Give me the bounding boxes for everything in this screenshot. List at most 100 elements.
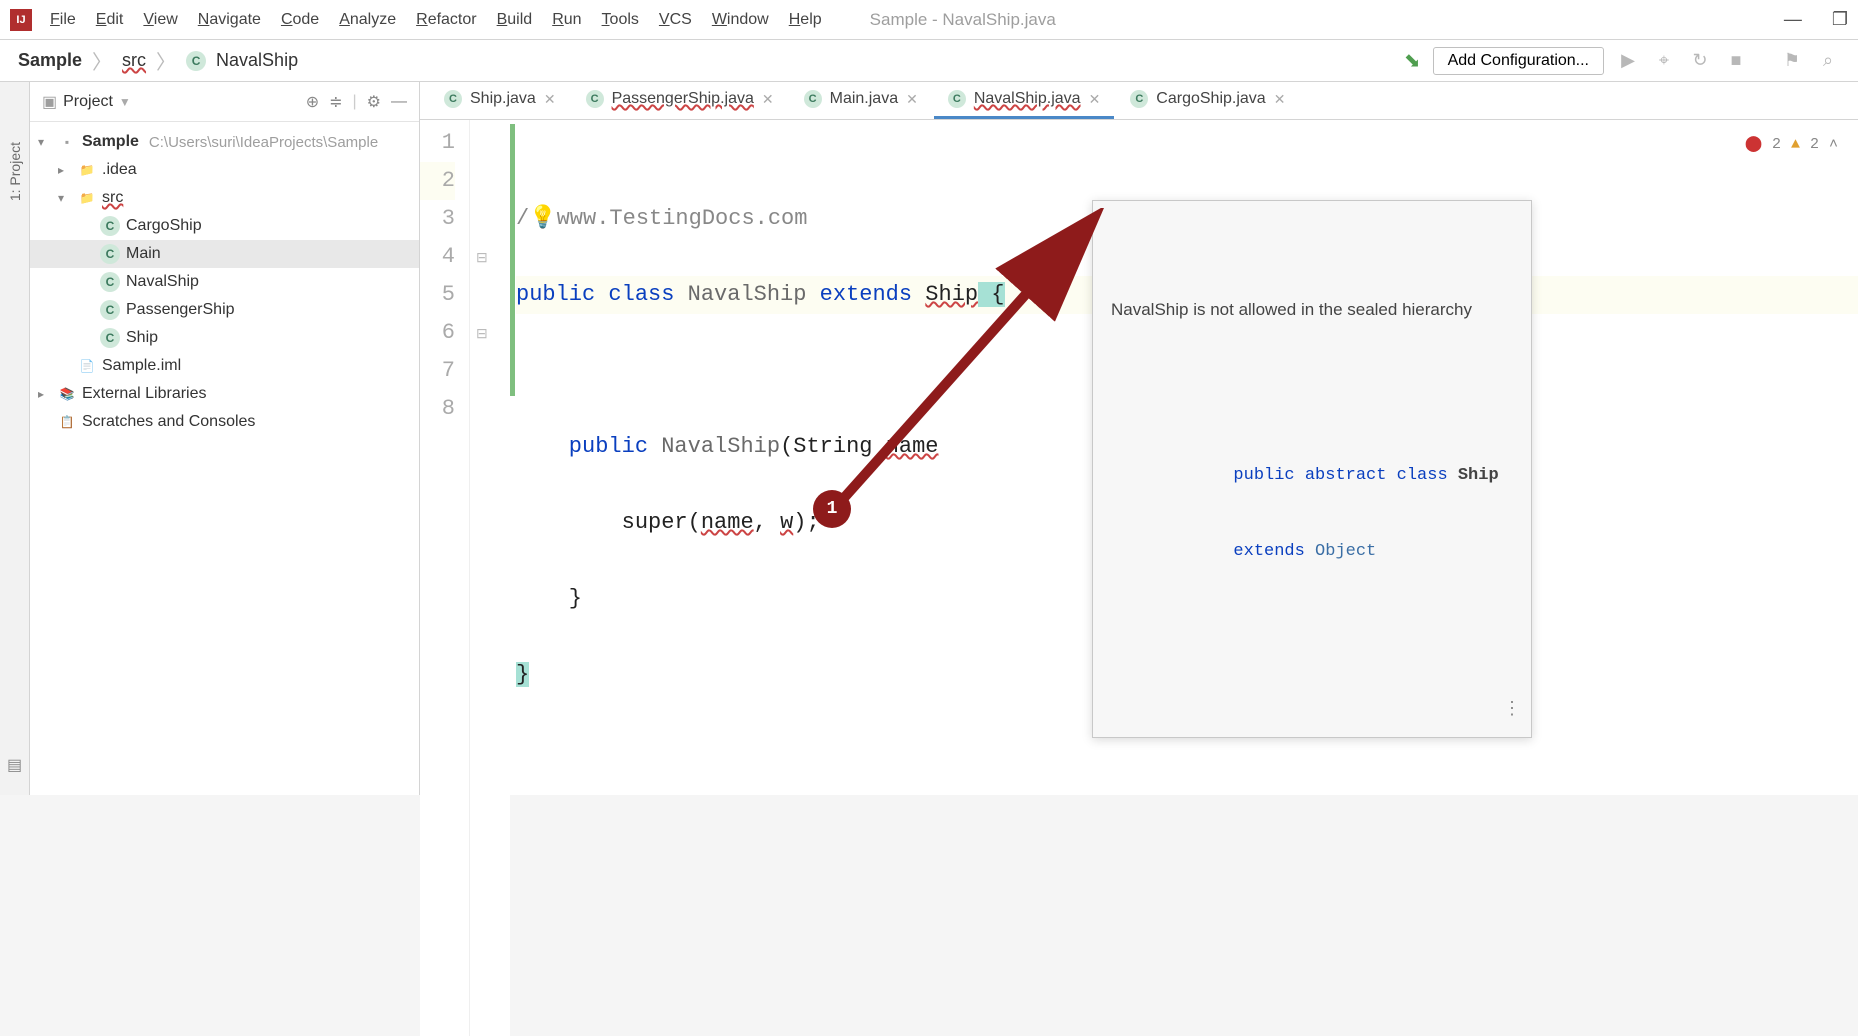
- warning-icon: ▲: [1791, 126, 1800, 164]
- minimize-icon[interactable]: —: [1784, 9, 1802, 30]
- expand-icon[interactable]: ≑: [329, 92, 342, 112]
- menu-refactor[interactable]: Refactor: [416, 11, 476, 29]
- chevron-down-icon: ▼: [119, 95, 131, 109]
- add-configuration-button[interactable]: Add Configuration...: [1433, 47, 1604, 75]
- menu-code[interactable]: Code: [281, 11, 319, 29]
- flag-icon[interactable]: ⚑: [1780, 50, 1804, 71]
- crumb-file[interactable]: NavalShip: [216, 50, 298, 71]
- run-icon[interactable]: ▶: [1616, 50, 1640, 71]
- close-icon[interactable]: ✕: [1274, 91, 1286, 108]
- left-tool-rail: 1: Project ▤: [0, 82, 30, 795]
- editor: CShip.java✕ CPassengerShip.java✕ CMain.j…: [420, 82, 1858, 795]
- window-title: Sample - NavalShip.java: [870, 10, 1056, 30]
- menu-analyze[interactable]: Analyze: [339, 11, 396, 29]
- crumb-project[interactable]: Sample: [18, 50, 82, 71]
- menu-run[interactable]: Run: [552, 11, 581, 29]
- fold-icon[interactable]: ⊟: [476, 316, 488, 354]
- folder-icon: 📁: [78, 161, 96, 179]
- code-area[interactable]: /💡www.TestingDocs.com public class Naval…: [510, 120, 1858, 1036]
- menu-tools[interactable]: Tools: [602, 11, 639, 29]
- search-icon[interactable]: ⌕: [1816, 50, 1840, 71]
- more-icon[interactable]: ⋮: [1503, 689, 1521, 727]
- tab-navalship[interactable]: CNavalShip.java✕: [934, 82, 1114, 119]
- close-icon[interactable]: ✕: [906, 91, 918, 108]
- hide-icon[interactable]: —: [391, 93, 407, 111]
- libraries-icon: 📚: [58, 385, 76, 403]
- close-icon[interactable]: ✕: [1089, 91, 1101, 108]
- menu-view[interactable]: View: [143, 11, 177, 29]
- locate-icon[interactable]: ⊕: [306, 92, 319, 112]
- coverage-icon[interactable]: ↻: [1688, 50, 1712, 71]
- module-icon: ▪: [58, 133, 76, 151]
- tree-external-libs[interactable]: ▸ 📚 External Libraries: [30, 380, 419, 408]
- tree-class-passengership[interactable]: CPassengerShip: [30, 296, 419, 324]
- tree-class-navalship[interactable]: CNavalShip: [30, 268, 419, 296]
- gear-icon[interactable]: ⚙: [367, 92, 381, 112]
- src-folder-icon: 📁: [78, 189, 96, 207]
- editor-body[interactable]: 1 2 3 4 5 6 7 8 ⊟ ⊟ /💡www.TestingDocs.co…: [420, 120, 1858, 1036]
- tree-class-ship[interactable]: CShip: [30, 324, 419, 352]
- menu-vcs[interactable]: VCS: [659, 11, 692, 29]
- fold-gutter: ⊟ ⊟: [470, 120, 510, 1036]
- main-area: 1: Project ▤ ▣ Project ▼ ⊕ ≑ | ⚙ — ▾ ▪ S…: [0, 82, 1858, 795]
- tree-src-folder[interactable]: ▾ 📁 src: [30, 184, 419, 212]
- tree-class-main[interactable]: CMain: [30, 240, 419, 268]
- crumb-src[interactable]: src: [122, 50, 146, 71]
- close-icon[interactable]: ✕: [544, 91, 556, 108]
- tree-iml-file[interactable]: 📄 Sample.iml: [30, 352, 419, 380]
- title-bar: IJ File Edit View Navigate Code Analyze …: [0, 0, 1858, 40]
- class-icon: C: [100, 328, 120, 348]
- tab-cargoship[interactable]: CCargoShip.java✕: [1116, 82, 1299, 119]
- tree-scratches[interactable]: 📋 Scratches and Consoles: [30, 408, 419, 436]
- class-icon: C: [100, 300, 120, 320]
- run-toolbar: ⬊ Add Configuration... ▶ ⌖ ↻ ■ ⚑ ⌕: [1404, 47, 1840, 75]
- menu-build[interactable]: Build: [497, 11, 533, 29]
- class-icon: C: [586, 90, 604, 108]
- class-icon: C: [100, 272, 120, 292]
- debug-icon[interactable]: ⌖: [1652, 50, 1676, 71]
- class-icon: C: [186, 51, 206, 71]
- crumb-sep-icon: 〉: [156, 46, 176, 75]
- menu-window[interactable]: Window: [712, 11, 769, 29]
- close-icon[interactable]: ✕: [762, 91, 774, 108]
- tree-root[interactable]: ▾ ▪ Sample C:\Users\suri\IdeaProjects\Sa…: [30, 128, 419, 156]
- project-panel: ▣ Project ▼ ⊕ ≑ | ⚙ — ▾ ▪ Sample C:\User…: [30, 82, 420, 795]
- problems-widget[interactable]: ⬤2 ▲2 ˄: [1745, 126, 1838, 164]
- menu-file[interactable]: File: [50, 11, 76, 29]
- error-tooltip: NavalShip is not allowed in the sealed h…: [1092, 200, 1532, 738]
- tab-main[interactable]: CMain.java✕: [790, 82, 932, 119]
- structure-icon[interactable]: ▤: [7, 755, 22, 775]
- crumb-sep-icon: 〉: [92, 46, 112, 75]
- divider: |: [353, 93, 357, 111]
- scratch-icon: 📋: [58, 413, 76, 431]
- tab-ship[interactable]: CShip.java✕: [430, 82, 570, 119]
- menu-edit[interactable]: Edit: [96, 11, 124, 29]
- editor-tabs: CShip.java✕ CPassengerShip.java✕ CMain.j…: [420, 82, 1858, 120]
- chevron-right-icon: ▸: [58, 163, 72, 177]
- project-view-selector[interactable]: ▣ Project ▼: [42, 92, 296, 112]
- line-gutter: 1 2 3 4 5 6 7 8: [420, 120, 470, 1036]
- tree-idea-folder[interactable]: ▸ 📁 .idea: [30, 156, 419, 184]
- tooltip-signature: public abstract class Ship extends Objec…: [1111, 419, 1513, 609]
- chevron-up-icon[interactable]: ˄: [1829, 126, 1838, 164]
- maximize-icon[interactable]: ❐: [1832, 9, 1848, 30]
- menu-help[interactable]: Help: [789, 11, 822, 29]
- class-icon: C: [100, 216, 120, 236]
- class-icon: C: [948, 90, 966, 108]
- build-icon[interactable]: ⬊: [1404, 48, 1421, 73]
- rail-project-label[interactable]: 1: Project: [7, 142, 23, 201]
- stop-icon[interactable]: ■: [1724, 50, 1748, 71]
- error-icon: ⬤: [1745, 126, 1762, 164]
- menu-navigate[interactable]: Navigate: [198, 11, 261, 29]
- project-tree: ▾ ▪ Sample C:\Users\suri\IdeaProjects\Sa…: [30, 122, 419, 442]
- class-icon: C: [804, 90, 822, 108]
- fold-icon[interactable]: ⊟: [476, 240, 488, 278]
- bulb-icon[interactable]: 💡: [529, 206, 556, 231]
- tree-class-cargoship[interactable]: CCargoShip: [30, 212, 419, 240]
- window-controls: — ❐: [1784, 9, 1848, 30]
- tab-passengership[interactable]: CPassengerShip.java✕: [572, 82, 788, 119]
- class-icon: C: [444, 90, 462, 108]
- main-menu: File Edit View Navigate Code Analyze Ref…: [50, 11, 822, 29]
- class-icon: C: [100, 244, 120, 264]
- project-icon: ▣: [42, 92, 57, 112]
